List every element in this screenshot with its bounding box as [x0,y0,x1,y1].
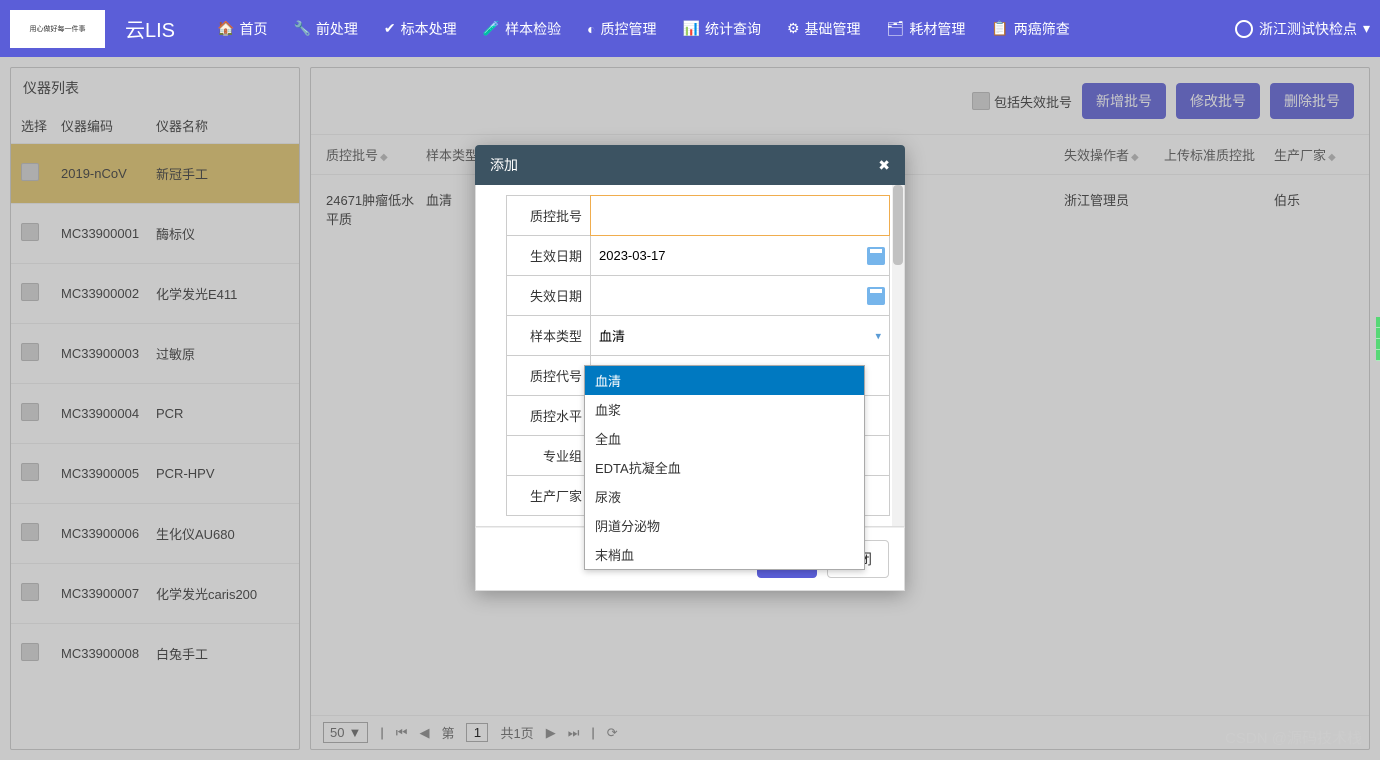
top-nav: 用心做好每一件事 云LIS 🏠首页 🔧前处理 ✔标本处理 🧪样本检验 ◐质控管理… [0,0,1380,57]
home-icon: 🏠 [217,20,234,37]
nav-supplies[interactable]: 🗂耗材管理 [875,9,978,49]
expire-date-input[interactable] [591,276,889,314]
nav-items: 🏠首页 🔧前处理 ✔标本处理 🧪样本检验 ◐质控管理 📊统计查询 ⚙基础管理 🗂… [205,9,1235,49]
nav-sample-test[interactable]: 🧪样本检验 [471,9,573,49]
user-name: 浙江测试快检点 [1259,19,1357,39]
dropdown-item[interactable]: 末梢血 [585,540,864,569]
sample-type-dropdown: 血清血浆全血EDTA抗凝全血尿液阴道分泌物末梢血 [584,365,865,570]
effective-date-input[interactable] [591,236,889,274]
gear-icon: ⚙ [787,20,800,37]
label-vendor: 生产厂家 [506,476,591,516]
nav-sample-process[interactable]: ✔标本处理 [372,9,469,49]
dropdown-item[interactable]: 血浆 [585,395,864,424]
batch-input[interactable] [591,196,889,234]
wrench-icon: 🔧 [293,20,310,37]
label-sample: 样本类型 [506,316,591,356]
side-indicator [1376,317,1380,361]
label-group: 专业组 [506,436,591,476]
brand: 云LIS [125,14,175,43]
nav-screen[interactable]: 📋两癌筛查 [979,9,1081,49]
watermark: CSDN @源码技术栈 [1225,727,1362,748]
clipboard-icon: 📋 [991,20,1008,37]
label-batch: 质控批号 [506,195,591,236]
user-icon [1235,20,1253,38]
user-menu[interactable]: 浙江测试快检点 ▾ [1235,19,1370,39]
dropdown-item[interactable]: 阴道分泌物 [585,511,864,540]
label-level: 质控水平 [506,396,591,436]
label-exp: 失效日期 [506,276,591,316]
dropdown-item[interactable]: EDTA抗凝全血 [585,453,864,482]
sample-type-select[interactable] [591,316,889,354]
label-code: 质控代号 [506,356,591,396]
chart-icon: 📊 [683,20,700,37]
dropdown-item[interactable]: 全血 [585,424,864,453]
logo: 用心做好每一件事 [10,10,105,48]
pie-icon: ◐ [587,21,595,37]
close-icon[interactable]: ✖ [878,157,890,174]
chevron-down-icon: ▾ [1363,20,1370,37]
flask-icon: 🧪 [483,20,500,37]
folder-icon: 🗂 [887,20,905,37]
dropdown-item[interactable]: 血清 [585,366,864,395]
modal-header: 添加 ✖ [475,145,905,185]
nav-preprocess[interactable]: 🔧前处理 [281,9,369,49]
nav-home[interactable]: 🏠首页 [205,9,279,49]
check-icon: ✔ [384,20,396,37]
calendar-icon[interactable] [867,247,885,265]
nav-basic[interactable]: ⚙基础管理 [775,9,873,49]
modal-title: 添加 [490,155,518,175]
nav-stats[interactable]: 📊统计查询 [671,9,773,49]
nav-qc[interactable]: ◐质控管理 [575,9,668,49]
label-eff: 生效日期 [506,236,591,276]
scrollbar[interactable] [892,185,904,526]
chevron-down-icon[interactable]: ▾ [875,329,881,342]
calendar-icon[interactable] [867,287,885,305]
dropdown-item[interactable]: 尿液 [585,482,864,511]
